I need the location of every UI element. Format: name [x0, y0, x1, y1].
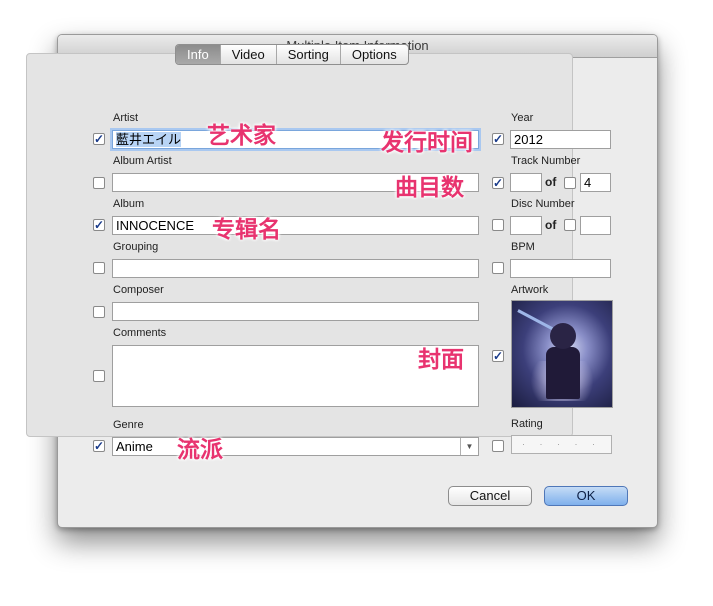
track-number-label: Track Number [511, 155, 581, 167]
track-total-checkbox[interactable] [564, 177, 576, 189]
composer-label: Composer [113, 284, 164, 296]
disc-number-checkbox[interactable] [492, 219, 504, 231]
composer-field[interactable] [112, 302, 479, 321]
grouping-label: Grouping [113, 241, 159, 253]
comments-label: Comments [113, 327, 167, 339]
tab-sorting[interactable]: Sorting [275, 45, 340, 64]
album-artist-checkbox[interactable] [93, 177, 105, 189]
disc-number-label: Disc Number [511, 198, 575, 210]
album-artist-label: Album Artist [113, 155, 172, 167]
tab-video[interactable]: Video [219, 45, 276, 64]
grouping-checkbox[interactable] [93, 262, 105, 274]
genre-label: Genre [113, 419, 144, 431]
disc-total-field[interactable] [580, 216, 611, 235]
year-checkbox[interactable]: ✓ [492, 133, 504, 145]
annotation-artwork: 封面 [418, 346, 464, 372]
ok-button[interactable]: OK [544, 486, 628, 506]
tab-options[interactable]: Options [339, 45, 408, 64]
bpm-checkbox[interactable] [492, 262, 504, 274]
artwork-figure-head [550, 323, 576, 349]
artwork-figure-body [546, 347, 580, 399]
composer-checkbox[interactable] [93, 306, 105, 318]
annotation-artist: 艺术家 [207, 122, 276, 148]
grouping-field[interactable] [112, 259, 479, 278]
dropdown-arrow-icon[interactable]: ▼ [460, 438, 478, 455]
tab-info[interactable]: Info [176, 45, 220, 64]
disc-total-checkbox[interactable] [564, 219, 576, 231]
album-label: Album [113, 198, 145, 210]
artwork-label: Artwork [511, 284, 549, 296]
year-label: Year [511, 112, 534, 124]
bpm-field[interactable] [510, 259, 611, 278]
album-field[interactable]: INNOCENCE [112, 216, 479, 235]
rating-checkbox[interactable] [492, 440, 504, 452]
track-number-checkbox[interactable]: ✓ [492, 177, 504, 189]
album-checkbox[interactable]: ✓ [93, 219, 105, 231]
artwork-checkbox[interactable]: ✓ [492, 350, 504, 362]
comments-checkbox[interactable] [93, 370, 105, 382]
artist-label: Artist [113, 112, 139, 124]
annotation-track: 曲目数 [395, 174, 464, 200]
artist-value: 藍井エイル [116, 132, 182, 147]
artist-checkbox[interactable]: ✓ [93, 133, 105, 145]
artwork-image[interactable] [511, 300, 613, 408]
track-of-label: of [545, 175, 557, 189]
annotation-album: 专辑名 [212, 216, 281, 242]
bpm-label: BPM [511, 241, 535, 253]
genre-dropdown[interactable]: Anime ▼ [112, 437, 479, 456]
track-total-field[interactable]: 4 [580, 173, 611, 192]
annotation-genre: 流派 [177, 436, 223, 462]
genre-checkbox[interactable]: ✓ [93, 440, 105, 452]
tab-bar: Info Video Sorting Options [175, 44, 409, 65]
annotation-year: 发行时间 [381, 129, 473, 155]
genre-value: Anime [116, 439, 153, 454]
disc-of-label: of [545, 218, 557, 232]
track-number-field[interactable] [510, 173, 542, 192]
rating-label: Rating [511, 418, 543, 430]
year-field[interactable]: 2012 [510, 130, 611, 149]
cancel-button[interactable]: Cancel [448, 486, 532, 506]
disc-number-field[interactable] [510, 216, 542, 235]
rating-stars[interactable]: · · · · · [511, 435, 612, 454]
